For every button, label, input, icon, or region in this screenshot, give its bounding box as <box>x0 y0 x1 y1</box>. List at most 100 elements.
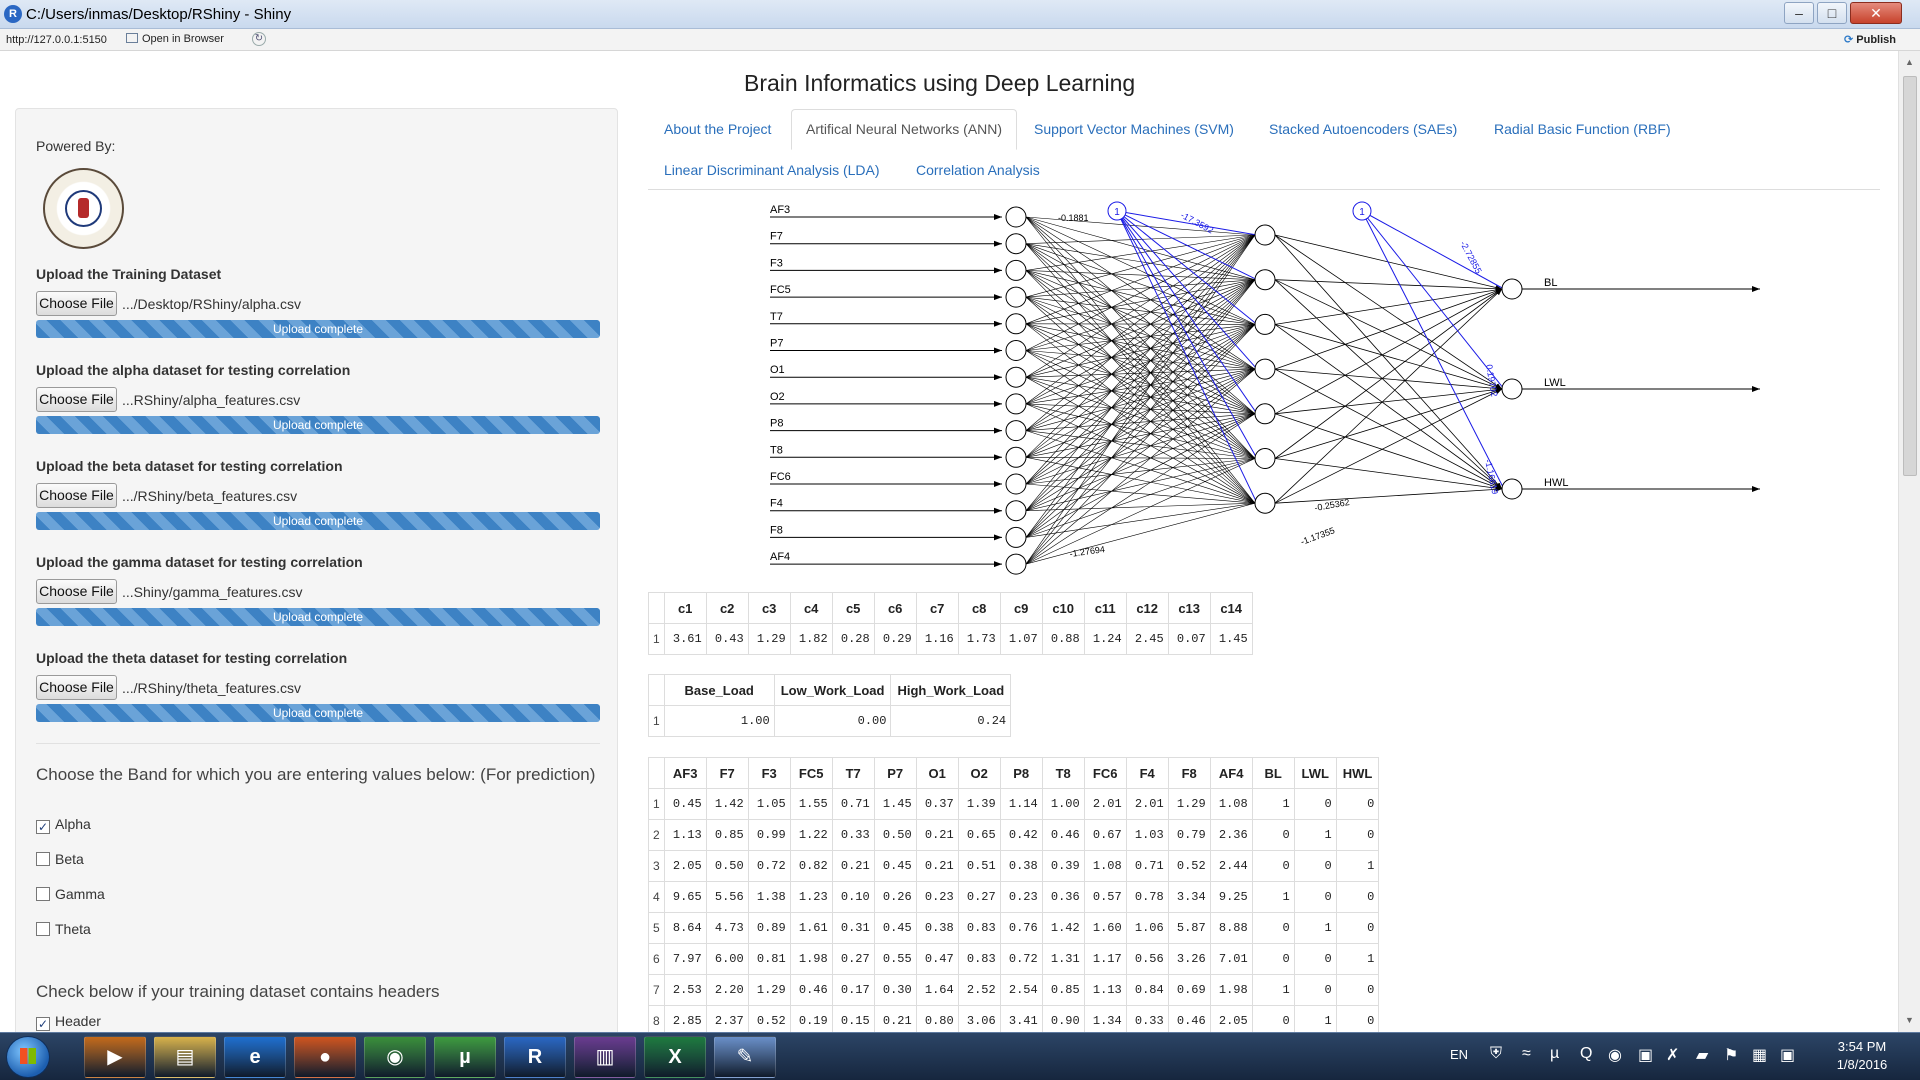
language-indicator[interactable]: EN <box>1450 1047 1468 1062</box>
table-cell: 1.60 <box>1084 912 1127 944</box>
weight-edge <box>1274 234 1503 490</box>
table-cell: 0.31 <box>832 912 875 944</box>
checkbox-theta-box[interactable] <box>36 922 50 936</box>
shield-icon[interactable]: ⛨ <box>1490 1045 1502 1063</box>
table-cell: 0.30 <box>874 974 917 1006</box>
taskbar-chrome-icon[interactable]: ◉ <box>364 1036 426 1078</box>
input-node <box>1005 340 1027 361</box>
table-cell: 1.42 <box>1042 912 1085 944</box>
open-in-browser-button[interactable]: Open in Browser <box>126 33 224 45</box>
choose-file-training-button[interactable]: Choose File <box>36 291 117 316</box>
table-cell: 0.46 <box>1042 819 1085 851</box>
table-cell: 0 <box>1252 850 1295 882</box>
taskbar-winrar-icon[interactable]: ▥ <box>574 1036 636 1078</box>
weight-edge <box>1274 458 1503 491</box>
table-cell: 0.67 <box>1084 819 1127 851</box>
table-cell: 0.45 <box>874 912 917 944</box>
display-icon[interactable]: ▣ <box>1638 1045 1653 1065</box>
tab-about[interactable]: About the Project <box>664 121 771 137</box>
weight-label: -1.27694 <box>1069 544 1106 559</box>
table-cell: 0.23 <box>916 881 959 913</box>
table-cell: 0 <box>1294 943 1337 975</box>
table-cell: 8.88 <box>1210 912 1253 944</box>
taskbar-explorer-icon[interactable]: ▤ <box>154 1036 216 1078</box>
checkbox-gamma-box[interactable] <box>36 887 50 901</box>
table-cell: 1.24 <box>1084 623 1127 655</box>
weight-edge <box>1025 216 1256 325</box>
table-cell: 1.98 <box>790 943 833 975</box>
tab-svm[interactable]: Support Vector Machines (SVM) <box>1034 121 1234 137</box>
taskbar-paint-icon[interactable]: ✎ <box>714 1036 776 1078</box>
weight-edge <box>1025 456 1256 459</box>
network-icon[interactable]: ≈ <box>1522 1045 1531 1063</box>
table-cell: 0.39 <box>1042 850 1085 882</box>
maximize-button[interactable]: □ <box>1817 2 1847 24</box>
hidden-node <box>1254 313 1276 335</box>
checkbox-header-box[interactable]: ✓ <box>36 1017 50 1031</box>
windows-tray-icon[interactable]: ▦ <box>1752 1045 1767 1065</box>
page-scrollbar[interactable]: ▲ ▼ <box>1898 51 1920 1032</box>
close-button[interactable]: ✕ <box>1850 2 1902 24</box>
tab-correlation[interactable]: Correlation Analysis <box>916 162 1040 178</box>
scroll-up-icon[interactable]: ▲ <box>1905 57 1914 67</box>
utorrent-tray-icon[interactable]: µ <box>1550 1045 1559 1063</box>
paint-tray-icon[interactable]: ▰ <box>1696 1045 1708 1065</box>
checkbox-gamma-label: Gamma <box>55 886 105 902</box>
checkbox-theta[interactable]: Theta <box>36 921 91 937</box>
taskbar-media-player-icon[interactable]: ▶ <box>84 1036 146 1078</box>
table-cell: 9.65 <box>664 881 707 913</box>
tab-lda[interactable]: Linear Discriminant Analysis (LDA) <box>664 162 880 178</box>
output-node <box>1501 478 1523 500</box>
table-cell: 1.23 <box>790 881 833 913</box>
table-cell: 1.16 <box>916 623 959 655</box>
choose-file-beta-button[interactable]: Choose File <box>36 483 117 508</box>
system-clock[interactable]: 3:54 PM 1/8/2016 <box>1822 1038 1902 1074</box>
input-node <box>1005 233 1027 255</box>
start-button[interactable] <box>6 1036 50 1078</box>
camera-icon[interactable]: ◉ <box>1608 1045 1622 1065</box>
checkbox-alpha-box[interactable]: ✓ <box>36 820 50 834</box>
hidden-node <box>1254 448 1276 469</box>
choose-file-alpha-button[interactable]: Choose File <box>36 387 117 412</box>
refresh-icon[interactable]: ↻ <box>252 32 266 46</box>
table-cell: 0.52 <box>1168 850 1211 882</box>
table-cell: 0.50 <box>874 819 917 851</box>
checkbox-beta[interactable]: Beta <box>36 851 84 867</box>
checkbox-header[interactable]: ✓ Header <box>36 1013 101 1031</box>
tab-sae[interactable]: Stacked Autoencoders (SAEs) <box>1269 121 1457 137</box>
table-row: 5 8.64 4.73 0.89 1.61 0.31 0.45 0.38 0.83 0.76 1.4… <box>648 912 1380 944</box>
weight-label: -2.72855 <box>1458 239 1484 275</box>
tab-rbf[interactable]: Radial Basic Function (RBF) <box>1494 121 1671 137</box>
checkbox-gamma[interactable]: Gamma <box>36 886 105 902</box>
volume-muted-icon[interactable]: ✗ <box>1666 1045 1679 1065</box>
qt-tray-icon[interactable]: Q <box>1580 1045 1592 1063</box>
table-cell: 0.50 <box>706 850 749 882</box>
table-cell: 3.61 <box>664 623 707 655</box>
tab-ann[interactable]: Artifical Neural Networks (ANN) <box>791 109 1018 150</box>
checkbox-beta-box[interactable] <box>36 852 50 866</box>
taskbar-utorrent-icon[interactable]: µ <box>434 1036 496 1078</box>
publish-button[interactable]: ⟳ Publish <box>1844 33 1896 46</box>
scroll-down-icon[interactable]: ▼ <box>1905 1015 1914 1025</box>
input-label-FC5: FC5 <box>770 284 791 296</box>
choose-file-gamma-button[interactable]: Choose File <box>36 579 117 604</box>
monitor-icon[interactable]: ▣ <box>1780 1045 1795 1065</box>
choose-file-theta-button[interactable]: Choose File <box>36 675 117 700</box>
table-cell: 0.27 <box>832 943 875 975</box>
taskbar-excel-icon[interactable]: X <box>644 1036 706 1078</box>
table-cell: 0.88 <box>1042 623 1085 655</box>
weight-edge <box>1274 288 1503 459</box>
flag-icon[interactable]: ⚑ <box>1724 1045 1738 1065</box>
minimize-button[interactable]: – <box>1784 2 1814 24</box>
input-label-AF4: AF4 <box>770 551 790 563</box>
table-cell: 7.01 <box>1210 943 1253 975</box>
taskbar-rstudio-icon[interactable]: R <box>504 1036 566 1078</box>
table-cell: 0.37 <box>916 788 959 820</box>
taskbar-internet-explorer-icon[interactable]: e <box>224 1036 286 1078</box>
gamma-upload-progress: Upload complete <box>36 608 600 626</box>
theta-upload-progress: Upload complete <box>36 704 600 722</box>
scrollbar-thumb[interactable] <box>1903 76 1917 476</box>
table-cell: 0.21 <box>916 850 959 882</box>
checkbox-alpha[interactable]: ✓ Alpha <box>36 816 91 834</box>
taskbar-firefox-icon[interactable]: ● <box>294 1036 356 1078</box>
